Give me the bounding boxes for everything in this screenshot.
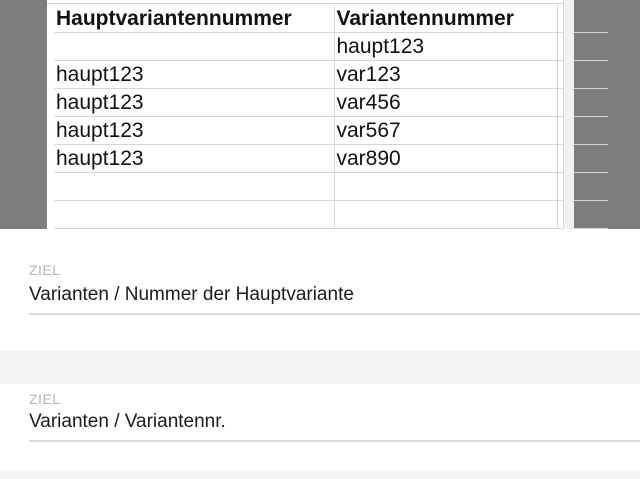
spreadsheet-grid: Hauptvariantennummer Variantennummer hau… (54, 5, 608, 257)
table-row: haupt123 var123 (54, 60, 608, 89)
header-row: Hauptvariantennummer Variantennummer (54, 5, 608, 33)
header-cell-hauptvariantennummer[interactable]: Hauptvariantennummer (54, 5, 335, 33)
cell[interactable] (334, 200, 558, 229)
field-underline (29, 440, 640, 442)
field-label: ZIEL (29, 262, 61, 278)
cell[interactable]: haupt123 (54, 144, 335, 173)
cell[interactable] (54, 172, 335, 201)
header-cell-variantennummer[interactable]: Variantennummer (334, 5, 558, 33)
field-value[interactable]: Varianten / Variantennr. (29, 411, 226, 433)
table-row: haupt123 var567 (54, 116, 608, 145)
cell[interactable]: var890 (334, 144, 558, 173)
cell[interactable]: haupt123 (54, 88, 335, 117)
table-row: haupt123 var456 (54, 88, 608, 117)
table-row (54, 172, 608, 201)
cell[interactable]: var123 (334, 60, 558, 89)
cell[interactable] (54, 32, 335, 61)
cell[interactable]: haupt123 (54, 60, 335, 89)
target-field-variantennr[interactable]: ZIEL Varianten / Variantennr. (0, 384, 640, 471)
table-row: haupt123 (54, 32, 608, 61)
target-field-hauptvariante[interactable]: ZIEL Varianten / Nummer der Hauptvariant… (0, 229, 640, 350)
sheet-right-column (563, 0, 574, 240)
field-underline (29, 313, 640, 315)
table-row (54, 200, 608, 229)
cell[interactable]: haupt123 (334, 32, 558, 61)
field-label: ZIEL (29, 391, 61, 407)
cell[interactable]: var567 (334, 116, 558, 145)
field-value[interactable]: Varianten / Nummer der Hauptvariante (29, 284, 354, 306)
cell[interactable]: var456 (334, 88, 558, 117)
mapping-panel: ZIEL Varianten / Nummer der Hauptvariant… (0, 229, 640, 479)
sheet-top-border (47, 3, 573, 4)
table-row: haupt123 var890 (54, 144, 608, 173)
cell[interactable] (334, 172, 558, 201)
cell[interactable] (54, 200, 335, 229)
spreadsheet-preview: Hauptvariantennummer Variantennummer hau… (47, 0, 608, 257)
cell[interactable]: haupt123 (54, 116, 335, 145)
